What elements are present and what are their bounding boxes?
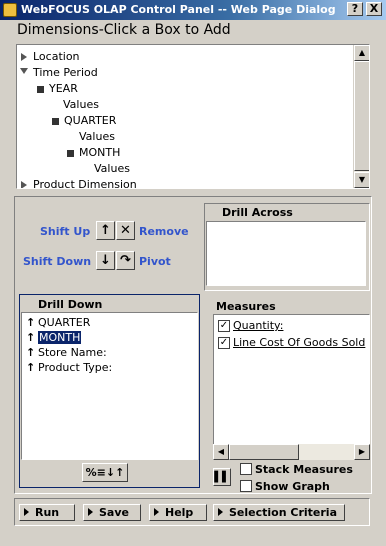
remove-button[interactable]: ✕ [116, 221, 135, 240]
tree-item-year-values[interactable]: Values [63, 98, 99, 111]
stack-measures-checkbox[interactable] [240, 463, 252, 475]
measures-title: Measures [216, 300, 276, 313]
close-window-button[interactable]: X [366, 2, 382, 16]
scroll-thumb[interactable] [229, 444, 299, 460]
run-label: Run [35, 506, 60, 519]
tree-item-year[interactable]: YEAR [49, 82, 78, 95]
pivot-icon: ↷ [120, 253, 131, 268]
tree-item-month-values[interactable]: Values [94, 162, 130, 175]
arrow-down-icon: ↓ [100, 253, 111, 268]
selection-criteria-label: Selection Criteria [229, 506, 337, 519]
expand-arrow-icon[interactable] [21, 53, 27, 61]
arrow-up-icon: ↑ [26, 346, 36, 359]
tree-item-location[interactable]: Location [33, 50, 80, 63]
remove-label[interactable]: Remove [139, 225, 189, 238]
list-item[interactable]: ↑ MONTH [26, 331, 82, 344]
checkbox-line-cost[interactable]: ✓ [218, 337, 230, 349]
arrow-up-icon: ↑ [26, 361, 36, 374]
measure-line-cost-label[interactable]: Line Cost Of Goods Sold [233, 336, 365, 349]
list-item-label-selected: MONTH [38, 331, 82, 344]
save-button[interactable]: Save [83, 504, 141, 521]
scroll-right-icon[interactable]: ▶ [354, 444, 370, 460]
help-button[interactable]: Help [149, 504, 207, 521]
tree-item-month[interactable]: MONTH [79, 146, 120, 159]
hierarchy-node-icon [67, 150, 74, 157]
tree-item-quarter-values[interactable]: Values [79, 130, 115, 143]
selection-criteria-button[interactable]: Selection Criteria [213, 504, 345, 521]
graph-icon[interactable]: ▌▌ [213, 468, 231, 486]
tree-vertical-scrollbar[interactable]: ▲ ▼ [353, 45, 369, 188]
measures-horizontal-scrollbar[interactable]: ◀ ▶ [213, 444, 370, 460]
scroll-thumb[interactable] [354, 61, 369, 171]
hierarchy-node-icon [52, 118, 59, 125]
window-title: WebFOCUS OLAP Control Panel -- Web Page … [21, 3, 336, 16]
show-graph-label[interactable]: Show Graph [255, 480, 330, 493]
list-item-label: Store Name: [38, 346, 107, 359]
play-icon [24, 508, 29, 516]
dimensions-title: Dimensions-Click a Box to Add [17, 22, 231, 38]
list-item-label: QUARTER [38, 316, 91, 329]
shift-up-label[interactable]: Shift Up [40, 225, 90, 238]
drill-down-title: Drill Down [38, 298, 103, 311]
tree-item-product-dimension[interactable]: Product Dimension [33, 178, 137, 188]
scroll-left-icon[interactable]: ◀ [213, 444, 229, 460]
arrow-up-icon: ↑ [26, 316, 36, 329]
measures-list[interactable]: ✓ Quantity: ✓ Line Cost Of Goods Sold [213, 314, 370, 459]
save-label: Save [99, 506, 129, 519]
pivot-button[interactable]: ↷ [116, 251, 135, 270]
run-button[interactable]: Run [19, 504, 75, 521]
checkbox-quantity[interactable]: ✓ [218, 320, 230, 332]
list-item[interactable]: ↑ Store Name: [26, 346, 107, 359]
tree-item-time-period[interactable]: Time Period [33, 66, 98, 79]
arrow-up-icon: ↑ [26, 331, 36, 344]
shift-up-button[interactable]: ↑ [96, 221, 115, 240]
title-bar: WebFOCUS OLAP Control Panel -- Web Page … [0, 0, 386, 20]
drill-across-list[interactable] [206, 221, 366, 286]
help-label: Help [165, 506, 194, 519]
play-icon [154, 508, 159, 516]
play-icon [218, 508, 223, 516]
list-item-label: Product Type: [38, 361, 113, 374]
app-icon [3, 3, 17, 17]
play-icon [88, 508, 93, 516]
stack-measures-label[interactable]: Stack Measures [255, 463, 353, 476]
show-graph-checkbox[interactable] [240, 480, 252, 492]
expand-arrow-icon[interactable] [21, 181, 27, 188]
list-item[interactable]: ↑ QUARTER [26, 316, 90, 329]
remove-x-icon: ✕ [120, 223, 131, 238]
action-bar: Run Save Help Selection Criteria [14, 498, 370, 526]
pivot-label[interactable]: Pivot [139, 255, 171, 268]
shift-down-button[interactable]: ↓ [96, 251, 115, 270]
tree-item-quarter[interactable]: QUARTER [64, 114, 116, 127]
shift-down-label[interactable]: Shift Down [23, 255, 91, 268]
arrow-up-icon: ↑ [100, 223, 111, 238]
collapse-arrow-icon[interactable] [20, 68, 28, 74]
drill-across-title: Drill Across [222, 206, 293, 219]
dimension-tree[interactable]: Location Time Period YEAR Values QUARTER… [16, 44, 370, 189]
hierarchy-node-icon [37, 86, 44, 93]
scroll-up-icon[interactable]: ▲ [354, 45, 369, 61]
help-title-button[interactable]: ? [347, 2, 363, 16]
sort-button[interactable]: %≡↓↑ [82, 463, 128, 482]
scroll-down-icon[interactable]: ▼ [354, 172, 369, 188]
list-item[interactable]: ↑ Product Type: [26, 361, 112, 374]
drill-down-list[interactable]: ↑ QUARTER ↑ MONTH ↑ Store Name: ↑ Product Ty… [21, 312, 198, 460]
measure-quantity-label[interactable]: Quantity: [233, 319, 283, 332]
